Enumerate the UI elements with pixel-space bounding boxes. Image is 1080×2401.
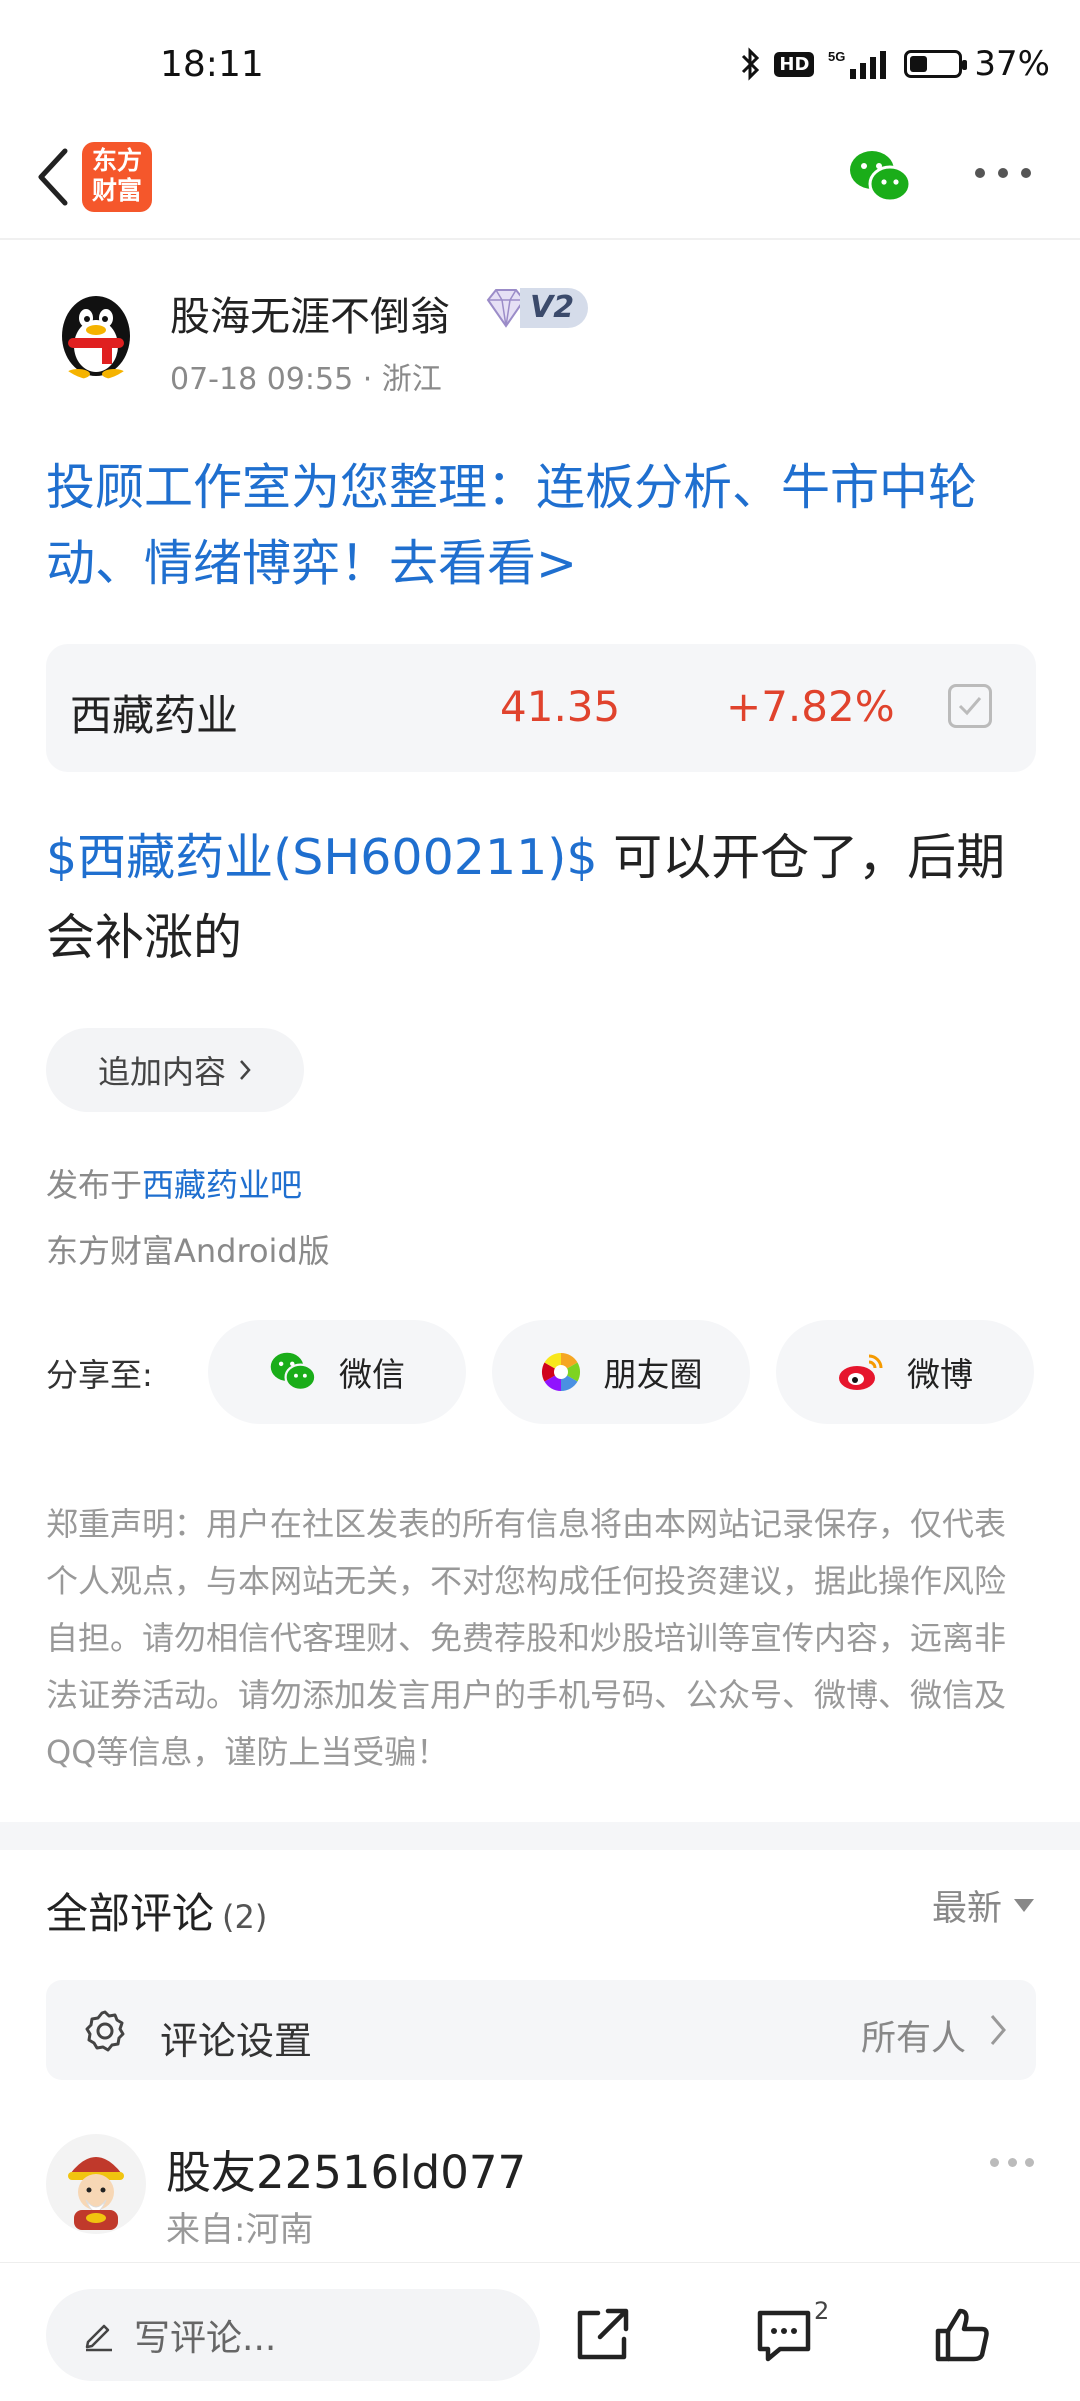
share-wechat-label: 微信 bbox=[339, 1355, 405, 1394]
post-meta: 07-18 09:55 · 浙江 bbox=[170, 354, 442, 398]
chevron-right-icon bbox=[990, 2015, 1006, 2045]
stock-name: 西藏药业 bbox=[70, 691, 239, 740]
dot bbox=[1025, 2158, 1034, 2167]
stock-price: 41.35 bbox=[500, 682, 621, 731]
wechat-icon bbox=[850, 151, 912, 203]
comment-bubble-icon bbox=[757, 2310, 811, 2362]
thumbs-up-icon bbox=[935, 2308, 989, 2362]
battery-icon bbox=[904, 50, 968, 78]
add-content-button[interactable]: 追加内容 bbox=[46, 1028, 304, 1112]
post-location: 浙江 bbox=[381, 362, 442, 397]
dot bbox=[1007, 2158, 1017, 2167]
penguin-avatar-icon bbox=[62, 296, 130, 379]
moments-icon bbox=[541, 1353, 580, 1391]
post-timestamp: 07-18 09:55 bbox=[170, 362, 354, 397]
check-icon bbox=[958, 697, 982, 716]
more-options-button[interactable] bbox=[975, 168, 1031, 184]
back-button[interactable] bbox=[22, 140, 82, 214]
level-badge-text: V2 bbox=[520, 288, 589, 328]
chevron-right-icon bbox=[240, 1060, 251, 1080]
dot bbox=[990, 2158, 999, 2167]
share-label: 分享至: bbox=[46, 1356, 153, 1394]
dot bbox=[998, 168, 1008, 178]
bottom-action-bar: 写评论... 2 bbox=[0, 2262, 1080, 2401]
level-badge: V2 bbox=[484, 286, 589, 330]
stock-tag-link[interactable]: $西藏药业(SH600211)$ bbox=[46, 829, 598, 886]
status-icons: HD 5G 37% bbox=[740, 44, 1050, 84]
write-comment-placeholder: 写评论... bbox=[134, 2318, 277, 2359]
posted-in: 发布于西藏药业吧 bbox=[46, 1160, 302, 1206]
battery-percent: 37% bbox=[974, 44, 1050, 84]
author-avatar[interactable] bbox=[48, 284, 144, 380]
share-weibo-label: 微博 bbox=[907, 1355, 973, 1394]
svg-text:5G: 5G bbox=[828, 49, 845, 64]
comments-count: (2) bbox=[222, 1898, 268, 1936]
stock-card[interactable]: 西藏药业 41.35 +7.82% bbox=[46, 644, 1036, 772]
fortune-god-avatar-icon bbox=[68, 2157, 124, 2230]
share-out-icon bbox=[577, 2308, 629, 2360]
sort-label: 最新 bbox=[931, 1889, 1002, 1929]
post-body: $西藏药业(SH600211)$ 可以开仓了，后期会补涨的 bbox=[46, 818, 1036, 978]
add-content-label: 追加内容 bbox=[97, 1053, 226, 1091]
status-bar: 18:11 HD 5G 37% bbox=[0, 0, 1080, 120]
pencil-icon bbox=[85, 2324, 112, 2352]
add-watchlist-checkbox[interactable] bbox=[948, 684, 992, 728]
dot bbox=[975, 168, 985, 178]
status-time: 18:11 bbox=[160, 44, 264, 85]
disclaimer-text: 郑重声明：用户在社区发表的所有信息将由本网站记录保存，仅代表个人观点，与本网站无… bbox=[46, 1505, 1007, 1771]
comment-count-badge: 2 bbox=[814, 2297, 830, 2325]
bar-link[interactable]: 西藏药业吧 bbox=[142, 1166, 302, 1204]
dot bbox=[1021, 168, 1031, 178]
comment-more-button[interactable] bbox=[990, 2158, 1034, 2168]
bluetooth-icon bbox=[742, 47, 760, 81]
weibo-icon bbox=[839, 1354, 883, 1390]
section-divider bbox=[0, 1822, 1080, 1850]
author-name[interactable]: 股海无涯不倒翁 bbox=[170, 284, 450, 342]
caret-down-icon bbox=[1014, 1899, 1034, 1912]
stock-change: +7.82% bbox=[726, 682, 895, 731]
meta-separator: · bbox=[362, 362, 382, 397]
like-button[interactable] bbox=[930, 2303, 994, 2367]
top-nav-bar: 东方 财富 bbox=[0, 120, 1080, 240]
app-logo[interactable]: 东方 财富 bbox=[82, 142, 152, 212]
comment-settings-value: 所有人 bbox=[860, 2019, 966, 2059]
write-comment-input[interactable]: 写评论... bbox=[46, 2289, 540, 2381]
chevron-left-icon bbox=[38, 148, 68, 206]
sort-dropdown[interactable]: 最新 bbox=[932, 1880, 1034, 1931]
comments-button[interactable] bbox=[752, 2303, 816, 2367]
commenter-name[interactable]: 股友22516ld077 bbox=[166, 2136, 526, 2201]
share-wechat-button[interactable]: 微信 bbox=[208, 1320, 466, 1424]
comment-settings-row[interactable]: 评论设置 所有人 bbox=[46, 1980, 1036, 2080]
commenter-avatar[interactable] bbox=[46, 2134, 146, 2234]
wechat-share-button[interactable] bbox=[848, 146, 912, 208]
commenter-location: 来自:河南 bbox=[166, 2210, 314, 2250]
wechat-icon bbox=[270, 1352, 317, 1391]
share-button[interactable] bbox=[570, 2303, 634, 2367]
share-moments-label: 朋友圈 bbox=[603, 1355, 703, 1394]
share-moments-button[interactable]: 朋友圈 bbox=[492, 1320, 750, 1424]
comments-header: 全部评论 (2) bbox=[46, 1880, 267, 1941]
client-source: 东方财富Android版 bbox=[46, 1232, 330, 1270]
posted-prefix: 发布于 bbox=[46, 1166, 143, 1204]
5g-signal-icon: 5G bbox=[828, 49, 887, 79]
promo-link[interactable]: 投顾工作室为您整理：连板分析、牛市中轮动、情绪博弈！去看看> bbox=[46, 450, 1036, 602]
comment-settings-label: 评论设置 bbox=[160, 2019, 313, 2063]
share-weibo-button[interactable]: 微博 bbox=[776, 1320, 1034, 1424]
comments-title: 全部评论 bbox=[46, 1889, 215, 1938]
hd-icon: HD bbox=[774, 51, 815, 77]
gear-icon bbox=[85, 2010, 125, 2052]
